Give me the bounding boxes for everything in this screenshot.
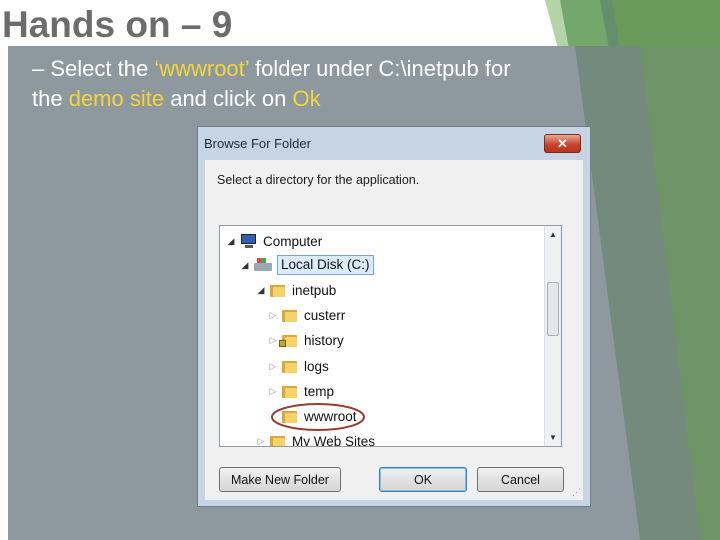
dialog-instruction: Select a directory for the application. xyxy=(217,173,420,187)
slide: Hands on – 9 – Select the ‘wwwroot’ fold… xyxy=(0,0,720,540)
folder-locked-icon xyxy=(279,334,297,347)
tree-item-computer[interactable]: ◢ Computer xyxy=(226,230,323,252)
folder-icon xyxy=(282,360,297,373)
bullet-line2-prefix: the xyxy=(32,86,69,111)
expanded-arrow-icon[interactable]: ◢ xyxy=(256,285,266,296)
resize-grip-icon[interactable]: ⋰ xyxy=(572,487,581,498)
drive-icon xyxy=(254,258,272,272)
close-button[interactable]: ✕ xyxy=(544,134,581,153)
bullet-line2-mid: and click on xyxy=(164,86,293,111)
ok-highlight: Ok xyxy=(292,86,321,111)
tree-item-local-disk[interactable]: ◢ Local Disk (C:) xyxy=(240,254,374,276)
tree-scrollbar[interactable]: ▲ ▼ xyxy=(544,226,561,446)
tree-item-temp[interactable]: ▷ temp xyxy=(268,380,334,402)
tree-item-inetpub[interactable]: ◢ inetpub xyxy=(256,279,337,301)
tree-item-history[interactable]: ▷ history xyxy=(268,329,344,351)
scrollbar-thumb[interactable] xyxy=(547,282,559,336)
ok-button[interactable]: OK xyxy=(379,467,467,492)
expanded-arrow-icon[interactable]: ◢ xyxy=(226,236,236,247)
collapsed-arrow-icon[interactable]: ▷ xyxy=(268,386,278,397)
tree-item-label: custerr xyxy=(304,307,346,323)
tree-item-label: history xyxy=(304,332,344,348)
browse-for-folder-dialog: Browse For Folder ✕ Select a directory f… xyxy=(197,126,591,507)
slide-title: Hands on – 9 xyxy=(2,4,233,45)
collapsed-arrow-icon[interactable]: ▷ xyxy=(268,335,278,346)
tree-item-label: Computer xyxy=(263,233,323,249)
collapsed-arrow-icon[interactable]: ▷ xyxy=(268,310,278,321)
tree-item-label: logs xyxy=(304,358,329,374)
computer-icon xyxy=(240,234,258,248)
folder-icon xyxy=(270,284,285,297)
make-new-folder-button[interactable]: Make New Folder xyxy=(219,467,341,492)
tree-item-label: inetpub xyxy=(292,282,337,298)
expanded-arrow-icon[interactable]: ◢ xyxy=(240,260,250,271)
bullet-prefix: – Select the xyxy=(32,56,155,81)
folder-icon xyxy=(282,309,297,322)
instruction-bullet: – Select the ‘wwwroot’ folder under C:\i… xyxy=(32,54,692,114)
scroll-up-icon[interactable]: ▲ xyxy=(545,226,561,243)
tree-item-custerr[interactable]: ▷ custerr xyxy=(268,304,346,326)
dialog-title: Browse For Folder xyxy=(204,136,311,151)
scroll-down-icon[interactable]: ▼ xyxy=(545,429,561,446)
tree-item-logs[interactable]: ▷ logs xyxy=(268,355,329,377)
cancel-button[interactable]: Cancel xyxy=(477,467,564,492)
dialog-client-area: Select a directory for the application. … xyxy=(205,160,583,500)
collapsed-arrow-icon[interactable]: ▷ xyxy=(256,436,266,447)
collapsed-arrow-icon[interactable]: ▷ xyxy=(268,361,278,372)
bullet-middle: folder under C:\inetpub for xyxy=(248,56,511,81)
annotation-circle xyxy=(271,403,365,431)
folder-name-highlight: ‘wwwroot’ xyxy=(154,56,249,81)
site-highlight: demo site xyxy=(68,86,165,111)
folder-icon xyxy=(282,385,297,398)
folder-icon xyxy=(270,435,285,446)
tree-item-label: temp xyxy=(304,383,335,399)
tree-item-label: Local Disk (C:) xyxy=(277,255,374,275)
